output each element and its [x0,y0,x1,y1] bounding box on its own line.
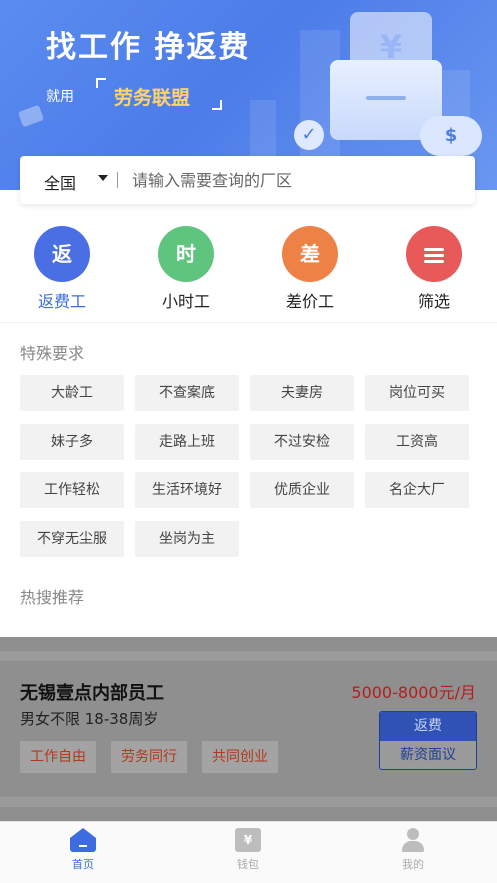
job-tag: 工作自由 [20,741,96,773]
job-tag: 共同创业 [202,741,278,773]
banner-subtitle: 就用 [46,89,74,105]
category-label: 差价工 [285,292,334,311]
nav-label: 钱包 [237,858,259,871]
tag-chip[interactable]: 不穿无尘服 [20,521,124,557]
tag-chip[interactable]: 优质企业 [250,472,354,508]
job-title[interactable]: 无锡壹点内部员工 [20,679,164,705]
rebate-icon: 返 [34,226,90,282]
nav-wallet[interactable]: ¥ 钱包 [208,828,288,872]
region-selector[interactable]: 全国 [44,170,76,194]
job-requirements: 男女不限 18-38周岁 [20,710,159,728]
home-icon [70,828,96,852]
tag-chip[interactable]: 岗位可买 [365,375,469,411]
tag-chip[interactable]: 走路上班 [135,424,239,460]
tag-chip[interactable]: 夫妻房 [250,375,354,411]
job-tag: 劳务同行 [111,741,187,773]
banner-title: 找工作 挣返费 [46,30,251,65]
tag-chip[interactable]: 不查案底 [135,375,239,411]
tag-chip[interactable]: 大龄工 [20,375,124,411]
fee-label: 返费 [380,712,476,741]
hot-search-title: 热搜推荐 [20,588,85,607]
tag-chip[interactable]: 工资高 [365,424,469,460]
brand-name: 劳务联盟 [114,87,191,109]
category-hourly-work[interactable]: 时 小时工 [146,226,226,312]
job-salary: 5000-8000元/月 [351,683,476,702]
price-diff-icon: 差 [282,226,338,282]
nav-label: 首页 [72,858,94,871]
tag-chip[interactable]: 工作轻松 [20,472,124,508]
special-requirements-title: 特殊要求 [20,344,85,363]
category-label: 小时工 [161,292,210,311]
tag-chip[interactable]: 妹子多 [20,424,124,460]
piggy-bank-icon: $ [420,116,482,156]
bottom-nav: 首页 ¥ 钱包 我的 [0,821,497,883]
salary-negotiable-label: 薪资面议 [400,747,456,763]
category-label: 返费工 [37,292,86,311]
nav-home[interactable]: 首页 [43,828,123,872]
wallet-icon: ¥ [235,828,261,852]
hourly-icon: 时 [158,226,214,282]
category-filter[interactable]: 筛选 [394,226,474,312]
job-fee-box[interactable]: 返费 薪资面议 [379,711,477,770]
category-price-diff-work[interactable]: 差 差价工 [270,226,350,312]
search-divider [117,172,118,188]
category-label: 筛选 [417,292,450,311]
nav-label: 我的 [402,858,424,871]
menu-icon [406,226,462,282]
category-rebate-work[interactable]: 返 返费工 [22,226,102,312]
caret-down-icon[interactable] [98,175,108,181]
section-divider [0,322,497,323]
check-icon: ✓ [294,120,324,150]
search-bar: 全国 [20,156,475,204]
tag-chip[interactable]: 生活环境好 [135,472,239,508]
bracket-decor [212,100,222,110]
tag-chip[interactable]: 不过安检 [250,424,354,460]
tag-chip[interactable]: 坐岗为主 [135,521,239,557]
ghost-row [0,651,497,661]
user-icon [400,828,426,852]
bracket-decor [96,78,106,88]
nav-mine[interactable]: 我的 [373,828,453,872]
tag-chip[interactable]: 名企大厂 [365,472,469,508]
search-input[interactable] [132,166,452,194]
ghost-row [0,797,497,807]
leaf-decor [17,104,45,128]
